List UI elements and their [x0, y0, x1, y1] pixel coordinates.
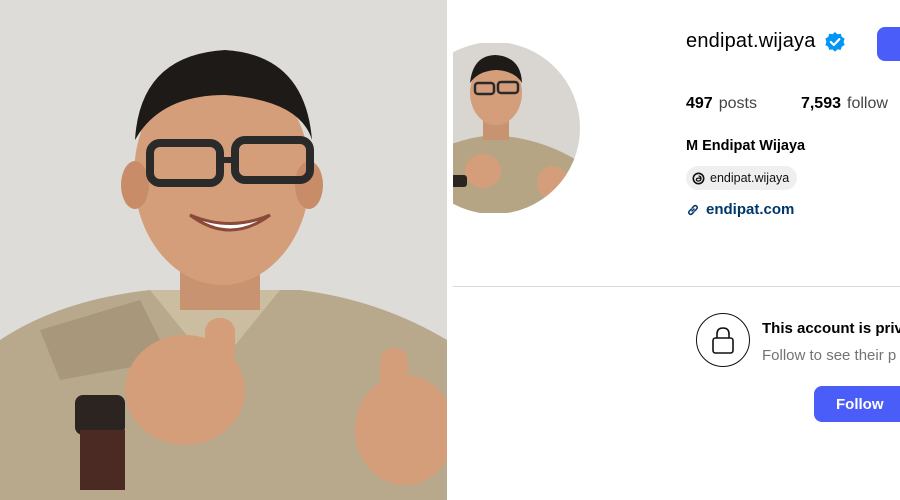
stat-posts[interactable]: 497 posts: [686, 95, 757, 113]
website-link-text: endipat.com: [706, 201, 795, 218]
avatar[interactable]: [453, 43, 581, 213]
private-account-title: This account is priva: [762, 320, 900, 337]
profile-stats: 497 posts 7,593 follow: [686, 95, 900, 113]
profile-username: endipat.wijaya: [686, 30, 816, 52]
verified-badge-icon: [824, 31, 845, 52]
person-photo-illustration: [0, 0, 447, 500]
stat-followers[interactable]: 7,593 follow: [801, 95, 888, 113]
header-follow-button[interactable]: [877, 27, 900, 61]
threads-badge[interactable]: endipat.wijaya: [686, 166, 798, 190]
stat-posts-value: 497: [686, 95, 713, 112]
profile-full-name: M Endipat Wijaya: [686, 138, 806, 154]
follow-button[interactable]: Follow: [814, 386, 900, 422]
profile-photo-large: [0, 0, 447, 500]
lock-badge: [696, 313, 750, 367]
profile-panel: endipat.wijaya 497 posts 7,593 follow M En…: [453, 0, 900, 500]
threads-icon: [692, 172, 705, 184]
private-account-subtitle: Follow to see their p: [762, 347, 897, 364]
threads-handle: endipat.wijaya: [710, 171, 790, 185]
avatar-image: [453, 43, 580, 213]
link-icon: [687, 204, 699, 215]
website-link[interactable]: endipat.com: [686, 201, 794, 218]
stat-followers-label: follow: [847, 95, 888, 112]
stat-followers-value: 7,593: [800, 95, 841, 112]
lock-icon: [712, 327, 734, 354]
section-divider: [453, 286, 900, 287]
stat-posts-label: posts: [718, 95, 757, 112]
